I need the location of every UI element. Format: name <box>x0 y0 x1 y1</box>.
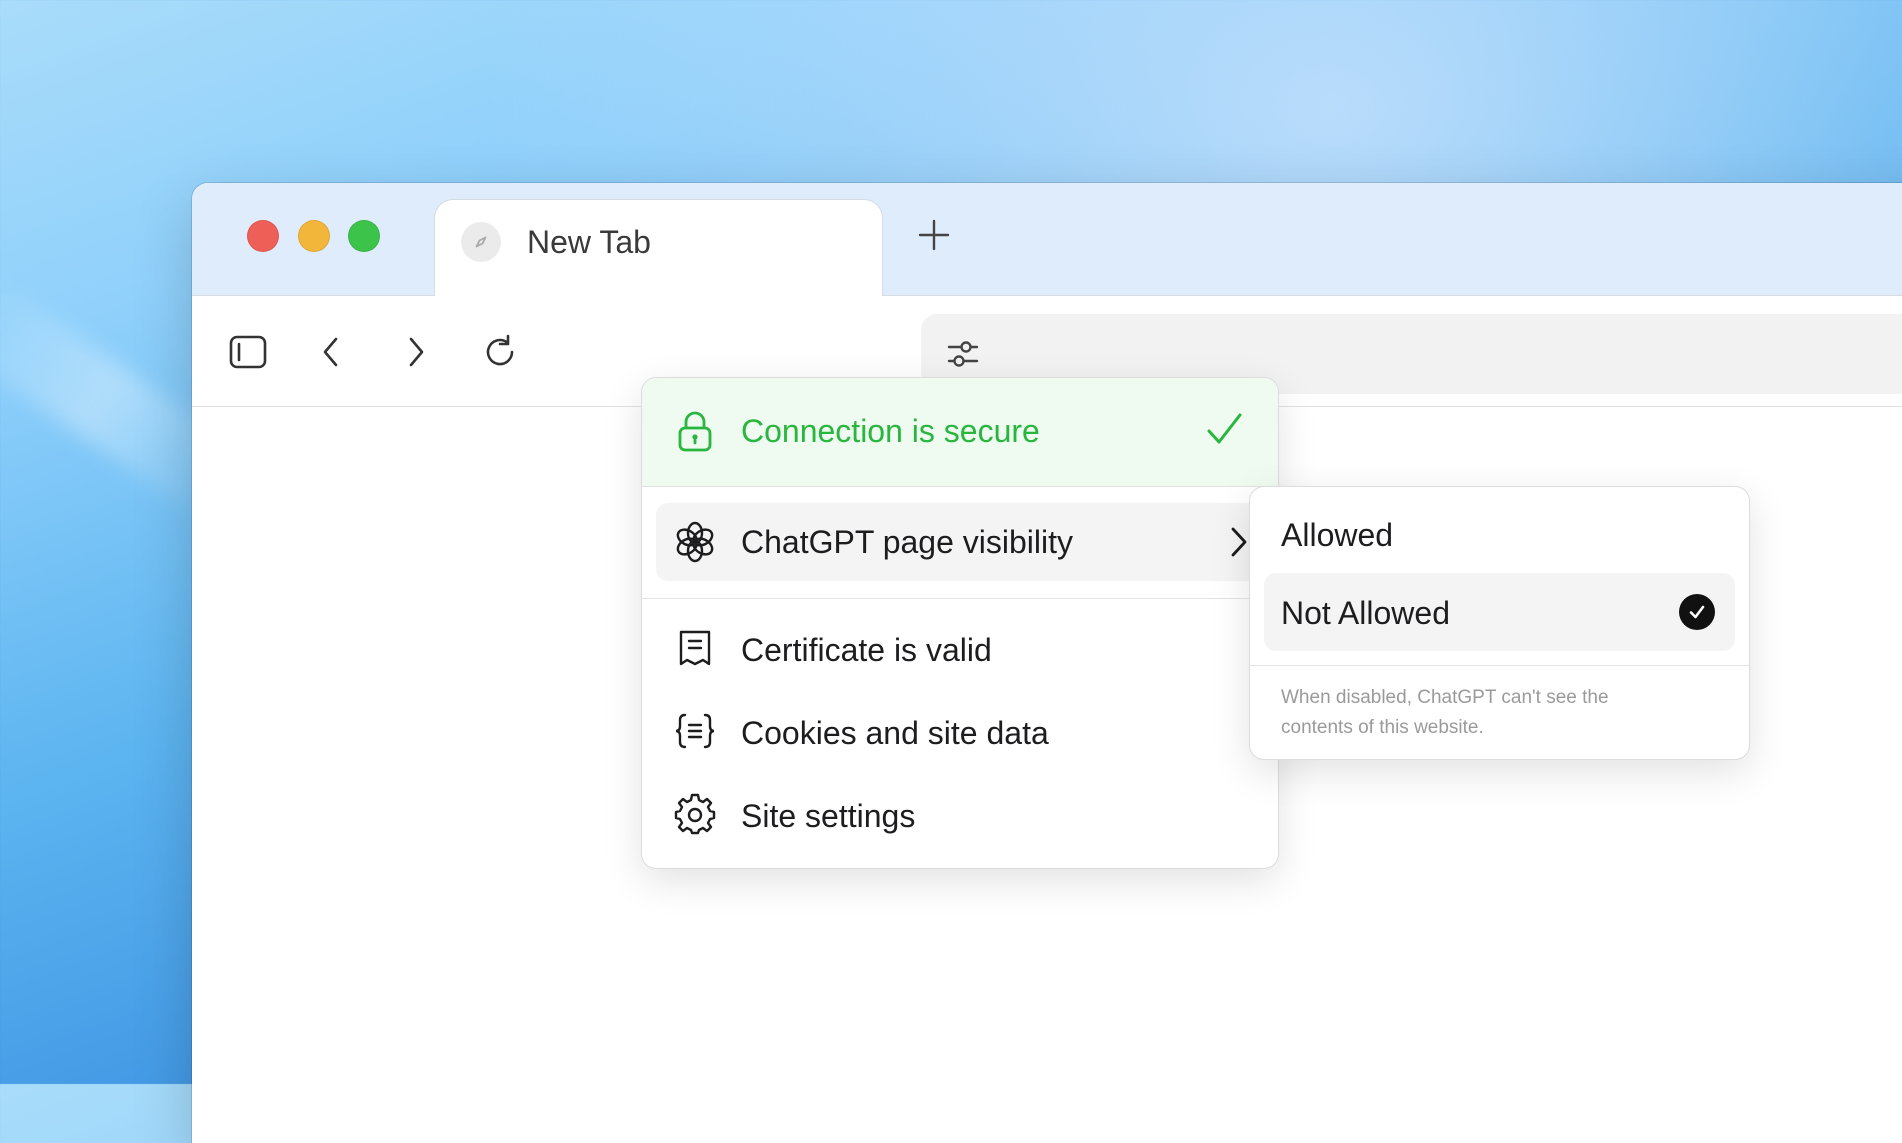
option-not-allowed-label: Not Allowed <box>1281 595 1450 631</box>
compass-icon <box>461 222 501 262</box>
chatgpt-visibility-row[interactable]: ChatGPT page visibility <box>656 503 1264 581</box>
submenu-divider <box>1250 665 1749 666</box>
site-controls-button[interactable] <box>943 334 983 374</box>
close-window-button[interactable] <box>247 220 279 252</box>
visibility-note: When disabled, ChatGPT can't see the con… <box>1281 687 1609 738</box>
certificate-row[interactable]: Certificate is valid <box>642 608 1278 688</box>
sidebar-toggle-button[interactable] <box>228 332 268 372</box>
new-tab-button[interactable] <box>912 213 956 257</box>
back-icon <box>323 337 338 367</box>
site-info-popup: Connection is secure ChatGPT page visibi… <box>642 378 1278 868</box>
certificate-icon <box>672 625 718 671</box>
reload-icon <box>486 334 514 366</box>
zoom-window-button[interactable] <box>348 220 380 252</box>
reload-button[interactable] <box>480 332 520 372</box>
checkmark-icon <box>1207 413 1242 444</box>
minimize-window-button[interactable] <box>298 220 330 252</box>
tab-new-tab[interactable]: New Tab <box>435 200 882 296</box>
cookies-row[interactable]: Cookies and site data <box>642 691 1278 771</box>
chatgpt-visibility-label: ChatGPT page visibility <box>741 524 1073 560</box>
certificate-label: Certificate is valid <box>741 632 992 668</box>
forward-button[interactable] <box>396 332 436 372</box>
title-bar: New Tab <box>192 183 1902 296</box>
option-allowed[interactable]: Allowed <box>1264 497 1735 567</box>
option-allowed-label: Allowed <box>1281 517 1394 553</box>
option-not-allowed[interactable]: Not Allowed <box>1264 573 1735 651</box>
site-settings-row[interactable]: Site settings <box>642 774 1278 854</box>
back-button[interactable] <box>311 332 351 372</box>
gear-icon <box>672 791 718 837</box>
plus-icon <box>918 219 950 251</box>
connection-secure-label: Connection is secure <box>741 413 1040 449</box>
chatgpt-logo-icon <box>672 519 718 565</box>
visibility-submenu: Allowed Not Allowed When disabled, ChatG… <box>1250 487 1749 759</box>
lock-icon <box>672 408 718 454</box>
chevron-right-icon <box>1231 527 1247 557</box>
forward-icon <box>409 337 424 367</box>
site-settings-label: Site settings <box>741 798 916 834</box>
cookies-braces-icon <box>672 708 718 754</box>
sidebar-icon <box>229 335 267 369</box>
connection-secure-row[interactable]: Connection is secure <box>642 378 1278 487</box>
menu-divider <box>642 598 1278 599</box>
selected-check-icon <box>1679 594 1715 630</box>
sliders-icon <box>947 341 979 367</box>
cookies-label: Cookies and site data <box>741 715 1049 751</box>
tab-title: New Tab <box>527 224 651 260</box>
